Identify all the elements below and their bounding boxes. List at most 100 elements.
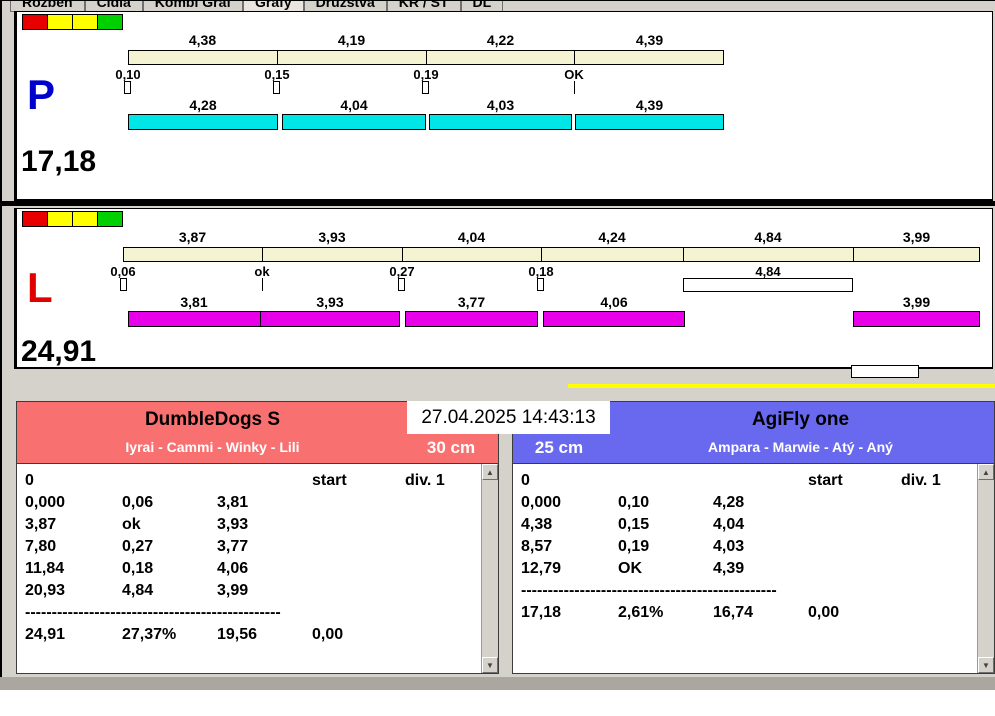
cell: 3,87 <box>25 516 57 533</box>
l-top-segment-label: 3,93 <box>318 229 346 245</box>
tick-marker <box>120 278 127 291</box>
light-yellow-1 <box>47 14 73 30</box>
l-top-segment-label: 4,04 <box>457 229 486 245</box>
light-green <box>97 211 123 227</box>
status-lights-p <box>22 14 123 30</box>
cell: 4,04 <box>713 516 745 533</box>
l-bottom-segment-label: 3,99 <box>902 294 931 310</box>
cell: 7,80 <box>25 538 57 555</box>
p-bottom-segment-label: 4,04 <box>340 97 368 113</box>
p-top-segment-label: 4,22 <box>486 32 515 48</box>
cell: 3,81 <box>217 494 249 511</box>
p-bottom-segment-label: 4,28 <box>189 97 217 113</box>
scroll-up-button[interactable]: ▲ <box>482 464 498 480</box>
cell: ok <box>122 516 141 533</box>
yellow-progress-line <box>568 384 995 388</box>
l-bottom-segment-label: 3,93 <box>316 294 344 310</box>
bar-segment <box>854 248 979 261</box>
p-top-segment-label: 4,19 <box>337 32 366 48</box>
l-run-bar <box>405 311 538 327</box>
cell: start <box>312 472 347 489</box>
team-panel-left: DumbleDogs S Iyrai - Cammi - Winky - Lil… <box>16 401 499 674</box>
p-tick-label: 0,19 <box>413 67 439 82</box>
bar-segment <box>403 248 542 261</box>
total-faults-cell: 0,00 <box>312 626 344 643</box>
cell: div. 1 <box>901 472 941 489</box>
p-run-bar <box>575 114 724 130</box>
tick-marker <box>124 81 131 94</box>
graph-panel-p: 4,38 4,19 4,22 4,39 0,10 0,15 0,19 OK 4,… <box>14 11 993 201</box>
tick-marker <box>398 278 405 291</box>
total-faults-cell: 0,00 <box>808 604 840 621</box>
cell: 4,38 <box>521 516 553 533</box>
cell: 0,27 <box>122 538 154 555</box>
team-right-category: 25 cm <box>534 438 584 457</box>
cell: 3,93 <box>217 516 249 533</box>
cell: 0,000 <box>25 494 66 511</box>
scrollbar[interactable]: ▲ ▼ <box>481 464 498 673</box>
cell: div. 1 <box>405 472 445 489</box>
app-window: Rozběh Čidla Kombi Graf Grafy Družstva K… <box>0 0 995 716</box>
l-run-bar <box>543 311 685 327</box>
cell: 4,28 <box>713 494 745 511</box>
course-letter-p: P <box>27 71 56 118</box>
team-right-members: Ampara - Marwie - Atý - Aný <box>708 439 893 455</box>
scroll-down-button[interactable]: ▼ <box>978 657 994 673</box>
total-net-cell: 16,74 <box>713 604 754 621</box>
scroll-down-button[interactable]: ▼ <box>482 657 498 673</box>
separator-row: ----------------------------------------… <box>25 604 281 621</box>
p-top-segment-label: 4,38 <box>188 32 217 48</box>
scroll-up-button[interactable]: ▲ <box>978 464 994 480</box>
p-bottom-segment-label: 4,39 <box>635 97 664 113</box>
cell: start <box>808 472 843 489</box>
p-tick-label: 0,10 <box>115 67 141 82</box>
l-bottom-segment-label: 4,06 <box>600 294 628 310</box>
p-tick-label: OK <box>564 67 584 82</box>
cell: 12,79 <box>521 560 562 577</box>
tick-marker <box>273 81 280 94</box>
cell: 0 <box>521 472 530 489</box>
p-run-bar <box>128 114 278 130</box>
cell: 0,000 <box>521 494 562 511</box>
cell: 0,19 <box>618 538 650 555</box>
tick-marker <box>422 81 429 94</box>
team-left-category: 30 cm <box>426 438 476 457</box>
cell: 11,84 <box>25 560 65 577</box>
light-yellow-1 <box>47 211 73 227</box>
p-run-bar <box>282 114 426 130</box>
l-tick-label: 0,27 <box>389 264 415 279</box>
l-tick-label: 0,18 <box>528 264 554 279</box>
l-penalty-label: 4,84 <box>755 264 781 279</box>
light-red <box>22 14 48 30</box>
separator-row: ----------------------------------------… <box>521 582 777 599</box>
total-time-cell: 24,91 <box>25 626 66 643</box>
panel-divider <box>2 201 995 206</box>
p-run-bar <box>429 114 572 130</box>
bar-segment <box>124 248 263 261</box>
light-yellow-2 <box>72 14 98 30</box>
bar-segment <box>575 51 723 64</box>
status-lights-l <box>22 211 123 227</box>
team-panel-right: 25 cm AgiFly one Ampara - Marwie - Atý -… <box>512 401 995 674</box>
total-net-cell: 19,56 <box>217 626 258 643</box>
team-right-name: AgiFly one <box>751 409 850 430</box>
total-time-cell: 17,18 <box>521 604 562 621</box>
workspace: Rozběh Čidla Kombi Graf Grafy Družstva K… <box>0 0 995 677</box>
light-red <box>22 211 48 227</box>
cell: 20,93 <box>25 582 66 599</box>
cell: 4,84 <box>122 582 154 599</box>
bar-segment <box>261 312 399 326</box>
bar-segment <box>542 248 684 261</box>
scrollbar[interactable]: ▲ ▼ <box>977 464 994 673</box>
l-run-bar <box>853 311 980 327</box>
l-tick-label: 0,06 <box>110 264 136 279</box>
team-left-name: DumbleDogs S <box>144 409 281 430</box>
l-bottom-segment-label: 3,81 <box>180 294 208 310</box>
total-percent-cell: 27,37% <box>122 626 177 643</box>
l-top-segment-label: 3,87 <box>178 229 207 245</box>
cell: 0,18 <box>122 560 154 577</box>
l-top-segment-label: 4,84 <box>754 229 782 245</box>
progress-marker <box>851 365 919 378</box>
team-right-table: 0 start div. 1 0,000 0,10 4,28 4,38 0,15… <box>513 463 994 673</box>
l-top-segment-label: 4,24 <box>598 229 626 245</box>
